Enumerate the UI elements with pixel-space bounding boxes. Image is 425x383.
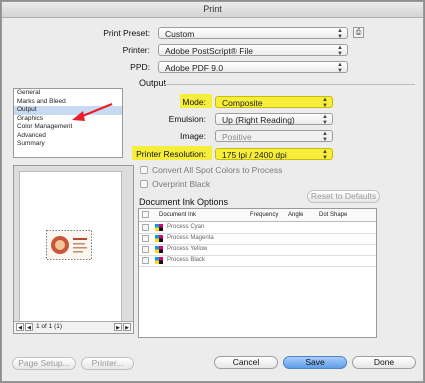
printer-value: Adobe PostScript® File — [165, 46, 253, 56]
chevron-updown-icon: ▲ ▼ — [322, 131, 328, 143]
ppd-select[interactable]: Adobe PDF 9.0 ▲ ▼ — [158, 61, 348, 74]
ink-table-header: Document Ink Frequency Angle Dot Shape — [139, 209, 376, 222]
printer-icon[interactable] — [142, 224, 149, 231]
ppd-value: Adobe PDF 9.0 — [165, 63, 224, 73]
last-page-icon[interactable]: ▶ — [123, 323, 131, 331]
print-preview: ◀ ◀ 1 of 1 (1) ▶ ▶ — [13, 165, 134, 334]
process-ink-icon — [155, 235, 163, 242]
ink-row-black[interactable]: Process Black — [139, 255, 376, 267]
convert-spot-checkbox[interactable] — [140, 166, 148, 174]
ink-name: Process Cyan — [167, 224, 205, 230]
print-preset-label: Print Preset: — [103, 28, 150, 38]
page-indicator: 1 of 1 (1) — [36, 323, 63, 330]
chevron-updown-icon: ▲ ▼ — [322, 97, 328, 109]
process-ink-icon — [155, 224, 163, 231]
printer-resolution-select[interactable]: 175 lpi / 2400 dpi ▲ ▼ — [215, 148, 333, 161]
mode-label: Mode: — [182, 97, 206, 107]
emulsion-value: Up (Right Reading) — [222, 115, 295, 125]
chevron-updown-icon: ▲ ▼ — [337, 45, 343, 57]
image-value: Positive — [222, 132, 252, 142]
convert-spot-label: Convert All Spot Colors to Process — [152, 165, 283, 175]
page-setup-button[interactable]: Page Setup... — [12, 357, 76, 370]
prev-page-icon[interactable]: ◀ — [25, 323, 33, 331]
image-label: Image: — [180, 131, 206, 141]
next-page-icon[interactable]: ▶ — [114, 323, 122, 331]
cancel-button[interactable]: Cancel — [214, 356, 278, 369]
mode-select[interactable]: Composite ▲ ▼ — [215, 96, 333, 109]
printer-resolution-label: Printer Resolution: — [136, 149, 206, 159]
ink-table[interactable]: Document Ink Frequency Angle Dot Shape P… — [138, 208, 377, 338]
emulsion-label: Emulsion: — [168, 114, 206, 124]
overprint-black-checkbox[interactable] — [140, 180, 148, 188]
ink-name: Process Yellow — [167, 246, 208, 252]
printer-select[interactable]: Adobe PostScript® File ▲ ▼ — [158, 44, 348, 57]
col-dot-shape: Dot Shape — [319, 212, 348, 218]
preview-nav-bar: ◀ ◀ 1 of 1 (1) ▶ ▶ — [14, 321, 133, 333]
save-button[interactable]: Save — [283, 356, 347, 369]
col-document-ink: Document Ink — [159, 212, 197, 218]
save-preset-icon[interactable]: ⎙ — [353, 27, 364, 38]
overprint-black-label: Overprint Black — [152, 179, 211, 189]
printer-icon[interactable] — [142, 246, 149, 253]
printer-button[interactable]: Printer... — [81, 357, 134, 370]
category-item-color-management[interactable]: Color Management — [14, 123, 122, 132]
print-dialog: Print Print Preset: Custom ▲ ▼ ⎙ Printer:… — [1, 1, 424, 382]
preview-page — [19, 171, 122, 322]
print-preset-select[interactable]: Custom ▲ ▼ — [158, 27, 348, 40]
ink-options-heading: Document Ink Options — [139, 197, 229, 207]
category-item-advanced[interactable]: Advanced — [14, 132, 122, 141]
category-item-general[interactable]: General — [14, 89, 122, 98]
col-frequency: Frequency — [250, 212, 279, 218]
ink-name: Process Black — [167, 257, 206, 263]
chevron-updown-icon: ▲ ▼ — [337, 28, 343, 40]
printer-resolution-value: 175 lpi / 2400 dpi — [222, 150, 287, 160]
process-ink-icon — [155, 246, 163, 253]
emulsion-select[interactable]: Up (Right Reading) ▲ ▼ — [215, 113, 333, 126]
ppd-label: PPD: — [130, 62, 150, 72]
print-ink-column-icon — [142, 211, 149, 218]
output-heading: Output — [139, 78, 167, 88]
category-item-summary[interactable]: Summary — [14, 140, 122, 149]
process-ink-icon — [155, 257, 163, 264]
printer-label: Printer: — [122, 45, 150, 55]
printer-icon[interactable] — [142, 235, 149, 242]
done-button[interactable]: Done — [352, 356, 416, 369]
artwork-thumbnail-icon — [46, 230, 92, 260]
chevron-updown-icon: ▲ ▼ — [337, 62, 343, 74]
output-divider — [164, 84, 415, 85]
chevron-updown-icon: ▲ ▼ — [322, 149, 328, 161]
mode-value: Composite — [222, 98, 263, 108]
col-angle: Angle — [288, 212, 304, 218]
ink-name: Process Magenta — [167, 235, 214, 241]
print-preset-value: Custom — [165, 29, 195, 39]
window-title: Print — [2, 2, 423, 18]
red-arrow-icon — [72, 102, 113, 121]
first-page-icon[interactable]: ◀ — [16, 323, 24, 331]
image-select[interactable]: Positive ▲ ▼ — [215, 130, 333, 143]
chevron-updown-icon: ▲ ▼ — [322, 114, 328, 126]
printer-icon[interactable] — [142, 257, 149, 264]
reset-to-defaults-button[interactable]: Reset to Defaults — [307, 190, 380, 203]
